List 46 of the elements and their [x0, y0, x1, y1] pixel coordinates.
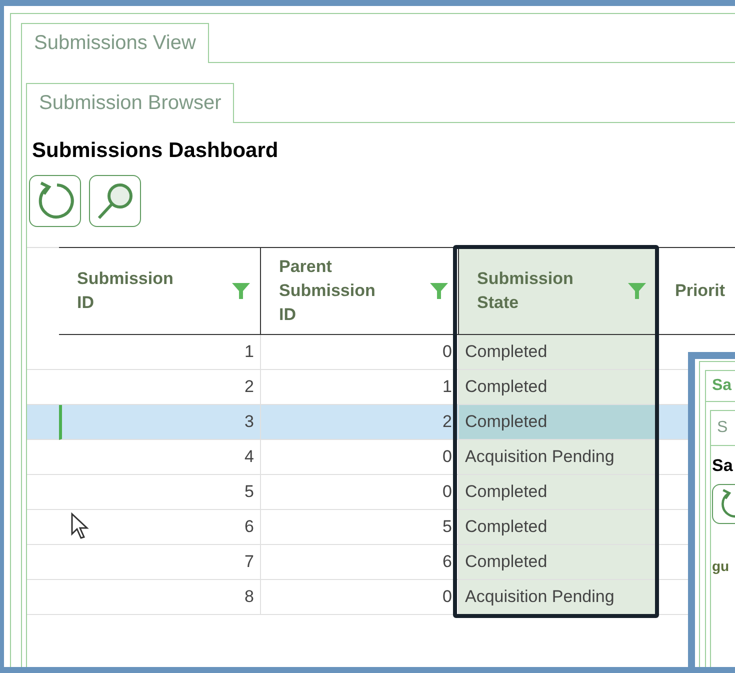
table-cell: 3	[59, 405, 261, 440]
table-cell: Acquisition Pending	[459, 440, 657, 475]
refresh-button[interactable]	[29, 175, 81, 227]
table-cell: 5	[261, 510, 459, 545]
table-cell: 0	[261, 440, 459, 475]
table-cell: 2	[261, 405, 459, 440]
row-header[interactable]	[27, 405, 59, 440]
browser-tab[interactable]: Submission Browser	[26, 83, 234, 123]
table-cell: Acquisition Pending	[459, 580, 657, 615]
filter-icon[interactable]	[628, 283, 646, 299]
window-tab[interactable]: Sa	[705, 370, 735, 401]
view-tab[interactable]: Submissions View	[21, 23, 209, 63]
column-title: Submission State	[477, 268, 574, 314]
table-cell: 1	[261, 370, 459, 405]
table-cell: 8	[59, 580, 261, 615]
table-cell: 0	[261, 335, 459, 370]
table-cell: Completed	[459, 370, 657, 405]
table-cell: Completed	[459, 545, 657, 580]
column-header[interactable]: Priorit	[657, 247, 735, 335]
cursor-icon	[70, 512, 90, 540]
table-cell: 0	[261, 475, 459, 510]
window-heading: Sa	[712, 456, 734, 476]
column-title: Priorit	[675, 280, 726, 302]
table-cell: Completed	[459, 335, 657, 370]
column-header[interactable]: Submission ID	[59, 247, 261, 335]
field-label: gu	[712, 558, 730, 574]
table-cell: Completed	[459, 510, 657, 545]
dashboard-title: Submissions Dashboard	[32, 139, 280, 163]
column-header[interactable]: Submission State	[459, 247, 657, 335]
table-cell: 1	[59, 335, 261, 370]
inner-tab[interactable]: S	[710, 410, 735, 445]
table-cell: 4	[59, 440, 261, 475]
column-title: Parent Submission ID	[279, 256, 376, 326]
filter-icon[interactable]	[430, 283, 448, 299]
column-title: Submission ID	[77, 268, 174, 314]
table-cell: 6	[261, 545, 459, 580]
search-button[interactable]	[89, 175, 141, 227]
table-cell: 2	[59, 370, 261, 405]
table-cell: 0	[261, 580, 459, 615]
table-cell: 6	[59, 510, 261, 545]
table-cell: Completed	[459, 405, 657, 440]
table-cell: 7	[59, 545, 261, 580]
table-cell: Completed	[459, 475, 657, 510]
table-cell: 5	[59, 475, 261, 510]
column-header[interactable]: Parent Submission ID	[261, 247, 459, 335]
filter-icon[interactable]	[232, 283, 250, 299]
